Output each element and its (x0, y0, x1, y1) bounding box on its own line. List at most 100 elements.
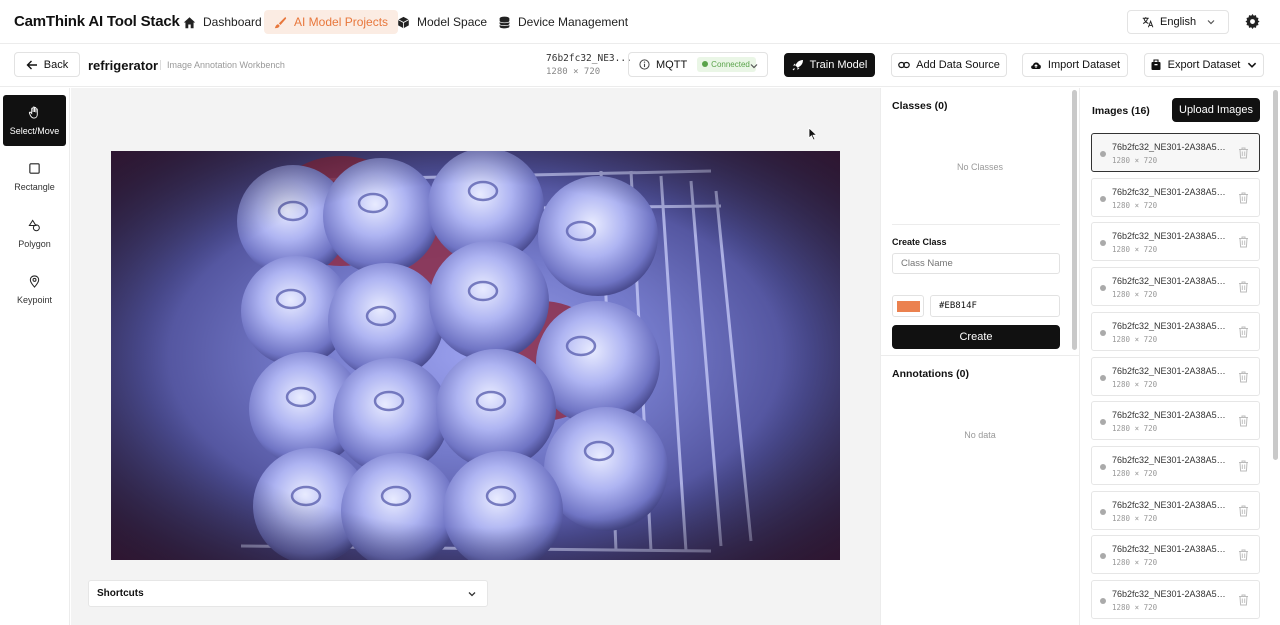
language-select[interactable]: English (1127, 10, 1229, 34)
image-list-item[interactable]: 76b2fc32_NE301-2A38A5_... 1280 × 720 (1091, 222, 1260, 262)
classes-scrollbar[interactable] (1072, 90, 1077, 350)
project-toolbar: Back refrigerator Image Annotation Workb… (0, 44, 1280, 87)
tool-select-move[interactable]: Select/Move (3, 95, 66, 146)
image-list-item[interactable]: 76b2fc32_NE301-2A38A5_... 1280 × 720 (1091, 490, 1260, 530)
status-dot (1100, 240, 1106, 247)
image-item-size: 1280 × 720 (1112, 200, 1158, 210)
nav-model-space[interactable]: Model Space (387, 10, 497, 34)
tool-keypoint[interactable]: Keypoint (3, 264, 66, 315)
image-list-item[interactable]: 76b2fc32_NE301-2A38A5_... 1280 × 720 (1091, 401, 1260, 441)
tool-polygon[interactable]: Polygon (3, 208, 66, 259)
image-list-item[interactable]: 76b2fc32_NE301-2A38A5_... 1280 × 720 (1091, 311, 1260, 351)
add-data-source-label: Add Data Source (916, 59, 1000, 71)
image-item-name: 76b2fc32_NE301-2A38A5_... (1112, 276, 1227, 287)
annotation-canvas[interactable]: Shortcuts (71, 88, 880, 625)
status-dot (1100, 553, 1106, 560)
hand-icon (28, 106, 38, 119)
add-data-source-button[interactable]: Add Data Source (891, 53, 1007, 77)
chevron-down-icon (1207, 20, 1215, 25)
package-icon (1151, 59, 1161, 70)
trash-icon[interactable] (1238, 147, 1249, 159)
export-dataset-label: Export Dataset (1167, 59, 1241, 71)
mouse-cursor-icon (808, 127, 818, 141)
image-list-item[interactable]: 76b2fc32_NE301-2A38A5_... 1280 × 720 (1091, 177, 1260, 217)
tool-rectangle-label: Rectangle (14, 181, 55, 192)
status-dot (1100, 285, 1106, 292)
trash-icon[interactable] (1238, 460, 1249, 472)
status-dot (1100, 329, 1106, 336)
trash-icon[interactable] (1238, 371, 1249, 383)
status-dot (1100, 151, 1106, 157)
trash-icon[interactable] (1238, 594, 1249, 606)
trash-icon[interactable] (1238, 281, 1249, 293)
image-item-name: 76b2fc32_NE301-2A38A5_... (1112, 231, 1227, 242)
no-classes-text: No Classes (956, 162, 1003, 172)
link-icon (898, 61, 910, 69)
image-list-item[interactable]: 76b2fc32_NE301-2A38A5_... 1280 × 720 (1091, 356, 1260, 396)
annotation-image[interactable] (111, 151, 840, 560)
square-icon (29, 162, 40, 174)
nav-ai-model-projects[interactable]: AI Model Projects (264, 10, 399, 34)
image-item-name: 76b2fc32_NE301-2A38A5_... (1112, 499, 1227, 510)
info-icon (639, 59, 650, 70)
app-title: CamThink AI Tool Stack (14, 13, 180, 30)
trash-icon[interactable] (1238, 192, 1249, 204)
tool-select-move-label: Select/Move (9, 125, 60, 136)
tool-rectangle[interactable]: Rectangle (3, 151, 66, 202)
import-dataset-button[interactable]: Import Dataset (1022, 53, 1128, 77)
trash-icon[interactable] (1238, 326, 1249, 338)
rocket-icon (792, 60, 803, 71)
image-item-size: 1280 × 720 (1112, 513, 1158, 523)
image-list-item[interactable]: 76b2fc32_NE301-2A38A5_... 1280 × 720 (1091, 133, 1260, 172)
shortcuts-panel-toggle[interactable]: Shortcuts (88, 580, 488, 607)
image-list-item[interactable]: 76b2fc32_NE301-2A38A5_... 1280 × 720 (1091, 445, 1260, 485)
annotation-tools: Select/Move Rectangle Polygon Keypoint (0, 88, 70, 625)
train-model-label: Train Model (809, 59, 868, 71)
chevron-down-icon (1248, 62, 1257, 68)
image-item-size: 1280 × 720 (1112, 156, 1158, 165)
class-color-picker[interactable] (892, 295, 924, 317)
gear-icon[interactable] (1245, 14, 1260, 29)
class-name-input[interactable] (892, 253, 1060, 274)
images-scrollbar[interactable] (1273, 90, 1278, 460)
image-item-size: 1280 × 720 (1112, 290, 1158, 300)
trash-icon[interactable] (1238, 549, 1249, 561)
train-model-button[interactable]: Train Model (784, 53, 875, 77)
nav-device-management[interactable]: Device Management (488, 10, 638, 34)
image-list-item[interactable]: 76b2fc32_NE301-2A38A5_... 1280 × 720 (1091, 535, 1260, 575)
tool-keypoint-label: Keypoint (16, 294, 53, 305)
image-item-size: 1280 × 720 (1112, 424, 1158, 434)
class-color-hex-input[interactable]: #EB814F (930, 295, 1060, 317)
divider (892, 224, 1060, 225)
status-dot (1100, 463, 1106, 470)
classes-title: Classes (0) (892, 100, 948, 112)
image-list-item[interactable]: 76b2fc32_NE301-2A38A5_... 1280 × 720 (1091, 580, 1260, 619)
trash-icon[interactable] (1238, 236, 1249, 248)
trash-icon[interactable] (1238, 415, 1249, 427)
nav-device-management-label: Device Management (518, 15, 629, 29)
image-item-size: 1280 × 720 (1112, 468, 1158, 478)
chevron-down-icon (750, 64, 758, 69)
current-image-size: 1280 × 720 (546, 67, 601, 77)
nav-dashboard[interactable]: Dashboard (173, 10, 272, 34)
page-subtitle: Image Annotation Workbench (160, 60, 285, 70)
create-class-button[interactable]: Create (892, 325, 1060, 349)
language-label: English (1160, 16, 1197, 28)
tool-polygon-label: Polygon (18, 238, 51, 249)
create-class-title: Create Class (892, 237, 947, 247)
brush-icon (274, 16, 287, 28)
classes-panel: Classes (0) No Classes Create Class #EB8… (880, 88, 1080, 625)
image-list-item[interactable]: 76b2fc32_NE301-2A38A5_... 1280 × 720 (1091, 267, 1260, 307)
upload-images-button[interactable]: Upload Images (1172, 98, 1260, 122)
cloud-upload-icon (1031, 62, 1041, 69)
trash-icon[interactable] (1238, 505, 1249, 517)
image-item-name: 76b2fc32_NE301-2A38A5_... (1112, 544, 1227, 555)
nav-model-space-label: Model Space (417, 15, 488, 29)
back-button[interactable]: Back (14, 52, 80, 77)
translate-icon (1142, 17, 1154, 28)
export-dataset-button[interactable]: Export Dataset (1144, 53, 1264, 77)
color-swatch (897, 301, 920, 312)
arrow-left-icon (26, 60, 37, 69)
status-dot (1100, 598, 1106, 604)
mqtt-status-dropdown[interactable]: MQTT Connected (628, 52, 768, 77)
